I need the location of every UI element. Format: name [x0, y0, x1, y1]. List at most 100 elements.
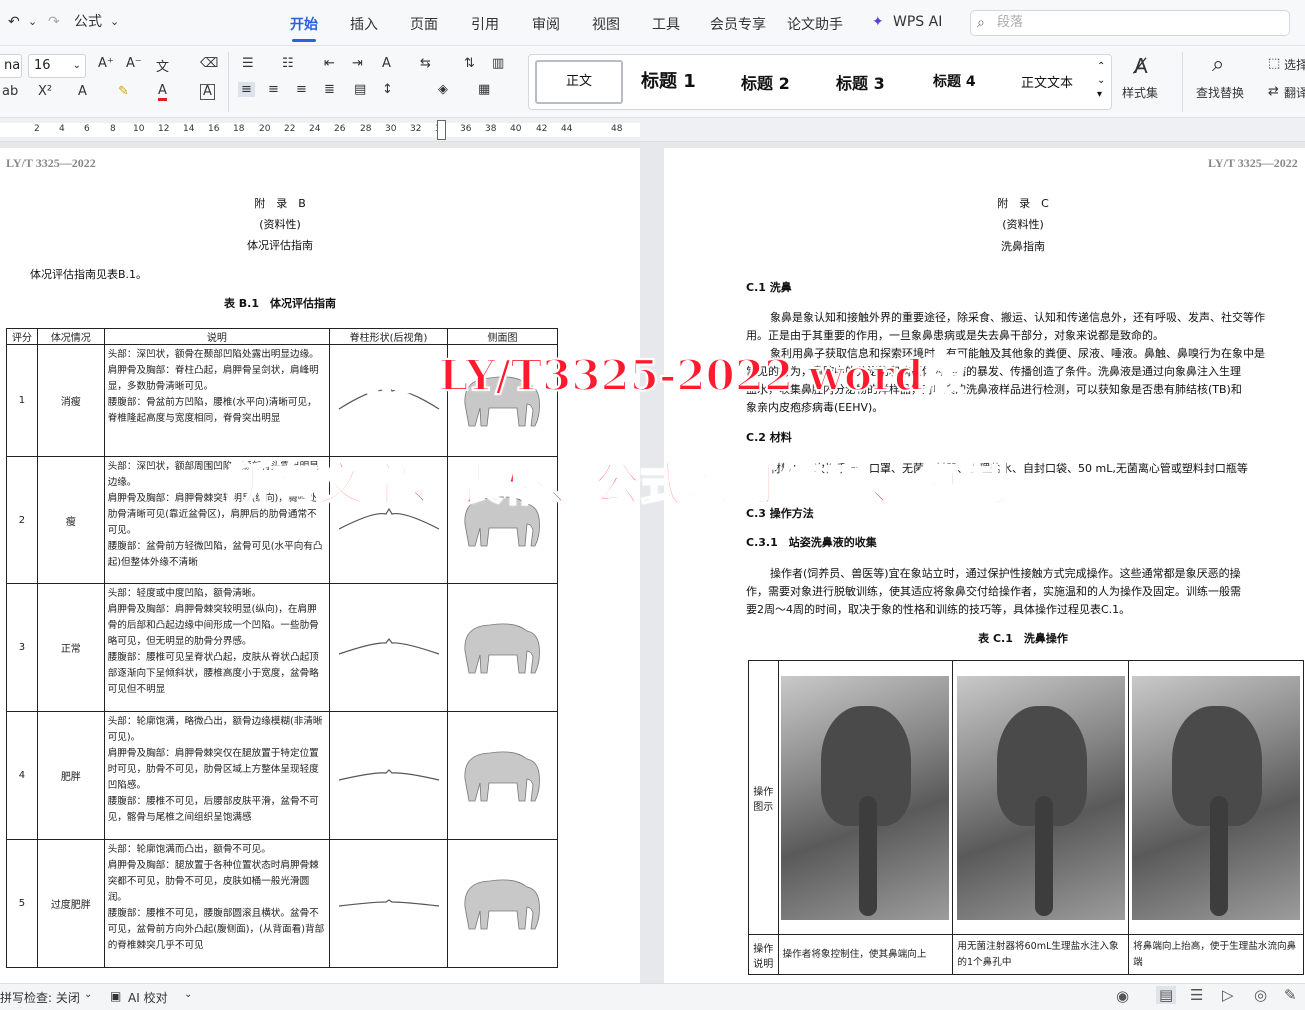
font-color-icon[interactable]: A: [158, 84, 167, 101]
font-name-box[interactable]: na: [0, 54, 22, 78]
eye-icon[interactable]: ◉: [1116, 987, 1129, 1005]
style-heading-4[interactable]: 标题 4: [933, 71, 976, 91]
table-row: 4 肥胖 头部：轮廓饱满，略微凸出，额骨边缘模糊(非清晰可见)。 肩胛骨及胸部：肩…: [6, 711, 558, 840]
ai-proofread-button[interactable]: AI 校对: [128, 989, 168, 1006]
highlight-icon[interactable]: ✎: [118, 84, 129, 99]
photo-cell: [952, 660, 1130, 935]
clear-format-icon[interactable]: ⌫: [200, 56, 218, 71]
table-caption: 表 C.1 洗鼻操作: [978, 632, 1068, 645]
style-body-text[interactable]: 正文文本: [1021, 72, 1073, 91]
table-row: 3 正常 头部：轻度或中度凹陷，额骨清晰。 肩胛骨及胸部：肩胛骨棘突较明显(纵向)…: [6, 583, 558, 712]
redo-icon[interactable]: ↷: [48, 10, 60, 34]
columns-icon[interactable]: ▥: [492, 56, 504, 71]
spell-check-status[interactable]: 拼写检查: 关闭: [0, 989, 80, 1006]
find-icon[interactable]: ⌕: [1212, 52, 1224, 77]
page-view-icon[interactable]: ▤: [1156, 986, 1177, 1004]
table-row: 操作图示: [748, 660, 1304, 935]
elephant-silhouette: [447, 839, 558, 968]
numbered-list-icon[interactable]: ☷: [282, 56, 294, 71]
style-gallery: 正文 标题 1 标题 2 标题 3 标题 4 正文文本 ⌃ ⌄ ▾: [528, 54, 1112, 110]
shrink-font-icon[interactable]: A⁻: [126, 56, 142, 71]
chevron-up-icon[interactable]: ⌃: [1097, 61, 1105, 72]
pen-icon[interactable]: ✎: [1284, 986, 1297, 1004]
elephant-silhouette: [447, 583, 558, 712]
section-heading: C.1 洗鼻: [746, 281, 792, 294]
align-right-icon[interactable]: ≡: [296, 82, 307, 97]
play-icon[interactable]: ▷: [1222, 986, 1234, 1004]
elephant-photo: [1132, 675, 1301, 920]
intro-paragraph: 体况评估指南见表B.1。: [30, 268, 148, 281]
formula-button[interactable]: 公式: [74, 10, 102, 34]
tab-home[interactable]: 开始: [290, 14, 318, 42]
tab-insert[interactable]: 插入: [350, 14, 378, 34]
chevron-down-icon[interactable]: ⌄: [84, 989, 92, 1000]
style-heading-2[interactable]: 标题 2: [741, 70, 790, 94]
web-view-icon[interactable]: ◎: [1254, 986, 1267, 1004]
select-button[interactable]: 选择: [1284, 56, 1305, 73]
font-size-box[interactable]: 16 ⌄: [28, 54, 86, 78]
tab-page[interactable]: 页面: [410, 14, 438, 34]
increase-indent-icon[interactable]: ⇥: [352, 56, 363, 71]
justify-icon[interactable]: ≣: [324, 82, 335, 97]
sort-icon[interactable]: ⇅: [464, 56, 475, 71]
document-page-left[interactable]: LY/T 3325—2022 附 录 B (资料性) 体况评估指南 体况评估指南…: [0, 148, 640, 983]
borders-icon[interactable]: ▦: [478, 82, 490, 97]
style-heading-1[interactable]: 标题 1: [641, 67, 696, 93]
spine-diagram: [329, 583, 449, 712]
tab-view[interactable]: 视图: [592, 14, 620, 34]
undo-icon[interactable]: ↶: [8, 10, 20, 34]
style-set-button[interactable]: 样式集: [1122, 84, 1158, 101]
undo-dropdown-icon[interactable]: ⌄: [28, 10, 37, 34]
tab-wps-ai[interactable]: WPS AI: [893, 14, 942, 30]
horizontal-ruler[interactable]: 2 4 6 8 10 12 14 16 18 20 22 24 26 28 30…: [0, 118, 1305, 142]
photo-cell: [1128, 660, 1304, 935]
wps-ai-icon[interactable]: ✦: [872, 14, 884, 30]
status-bar: 拼写检查: 关闭 ⌄ ▣ AI 校对 ⌄ ◉ ▤ ☰ ▷ ◎ ✎: [0, 983, 1305, 1010]
distributed-icon[interactable]: ▤: [354, 82, 366, 97]
translate-button[interactable]: 翻译: [1284, 84, 1305, 101]
ai-proofread-icon[interactable]: ▣: [110, 989, 121, 1003]
outline-view-icon[interactable]: ☰: [1190, 986, 1203, 1004]
char-border-icon[interactable]: A: [200, 84, 215, 100]
tab-review[interactable]: 审阅: [532, 14, 560, 34]
align-center-icon[interactable]: ≡: [268, 82, 279, 97]
style-heading-3[interactable]: 标题 3: [836, 70, 885, 94]
text-effect-icon[interactable]: A: [78, 84, 87, 99]
ribbon: na 16 ⌄ A⁺ A⁻ 文 ⌫ ab X² A ✎ A A ☰ ☷ ⇤ ⇥ A…: [0, 46, 1305, 118]
chevron-down-icon[interactable]: ⌄: [1097, 75, 1105, 86]
col-header: 说明: [103, 328, 331, 345]
subsection-heading: C.3.1 站姿洗鼻液的收集: [746, 536, 877, 549]
find-replace-button[interactable]: 查找替换: [1196, 84, 1244, 101]
photo-cell: [777, 660, 954, 935]
tab-member[interactable]: 会员专享: [710, 14, 766, 34]
grow-font-icon[interactable]: A⁺: [98, 56, 114, 71]
bullet-list-icon[interactable]: ☰: [242, 56, 254, 71]
col-header: 评分: [6, 328, 38, 345]
appendix-title: 附 录 B: [254, 197, 306, 210]
translate-icon[interactable]: ⇄: [1268, 84, 1279, 99]
superscript-icon[interactable]: X²: [38, 84, 52, 99]
gallery-expand-icon[interactable]: ▾: [1097, 89, 1102, 100]
tab-paper-assistant[interactable]: 论文助手: [787, 14, 843, 34]
tab-reference[interactable]: 引用: [471, 14, 499, 34]
strikethrough-icon[interactable]: ab: [2, 84, 18, 99]
document-page-right[interactable]: LY/T 3325—2022 附 录 C (资料性) 洗鼻指南 C.1 洗鼻 象…: [664, 148, 1305, 983]
align-left-icon[interactable]: ≡: [238, 82, 255, 97]
shading-icon[interactable]: ◈: [438, 82, 448, 97]
tab-tools[interactable]: 工具: [652, 14, 680, 34]
text-direction-icon[interactable]: A: [382, 56, 391, 71]
formula-dropdown-icon[interactable]: ⌄: [110, 10, 119, 34]
select-icon[interactable]: ⬚: [1268, 56, 1280, 71]
style-normal[interactable]: 正文: [535, 60, 623, 104]
spine-diagram: [329, 839, 449, 968]
style-set-icon[interactable]: A̸: [1134, 54, 1148, 78]
search-input[interactable]: ⌕ 段落: [970, 10, 1290, 36]
indent-marker[interactable]: [437, 120, 446, 140]
line-spacing-icon[interactable]: ↕: [382, 82, 393, 97]
decrease-indent-icon[interactable]: ⇤: [324, 56, 335, 71]
condition-table: 评分 体况情况 说明 脊柱形状(后视角) 侧面图 1 消瘦 头部：深凹状，额骨在…: [6, 328, 558, 968]
search-icon: ⌕: [977, 15, 985, 31]
phonetic-icon[interactable]: 文: [156, 56, 169, 75]
chevron-down-icon[interactable]: ⌄: [184, 989, 192, 1000]
convert-icon[interactable]: ⇆: [420, 56, 431, 71]
